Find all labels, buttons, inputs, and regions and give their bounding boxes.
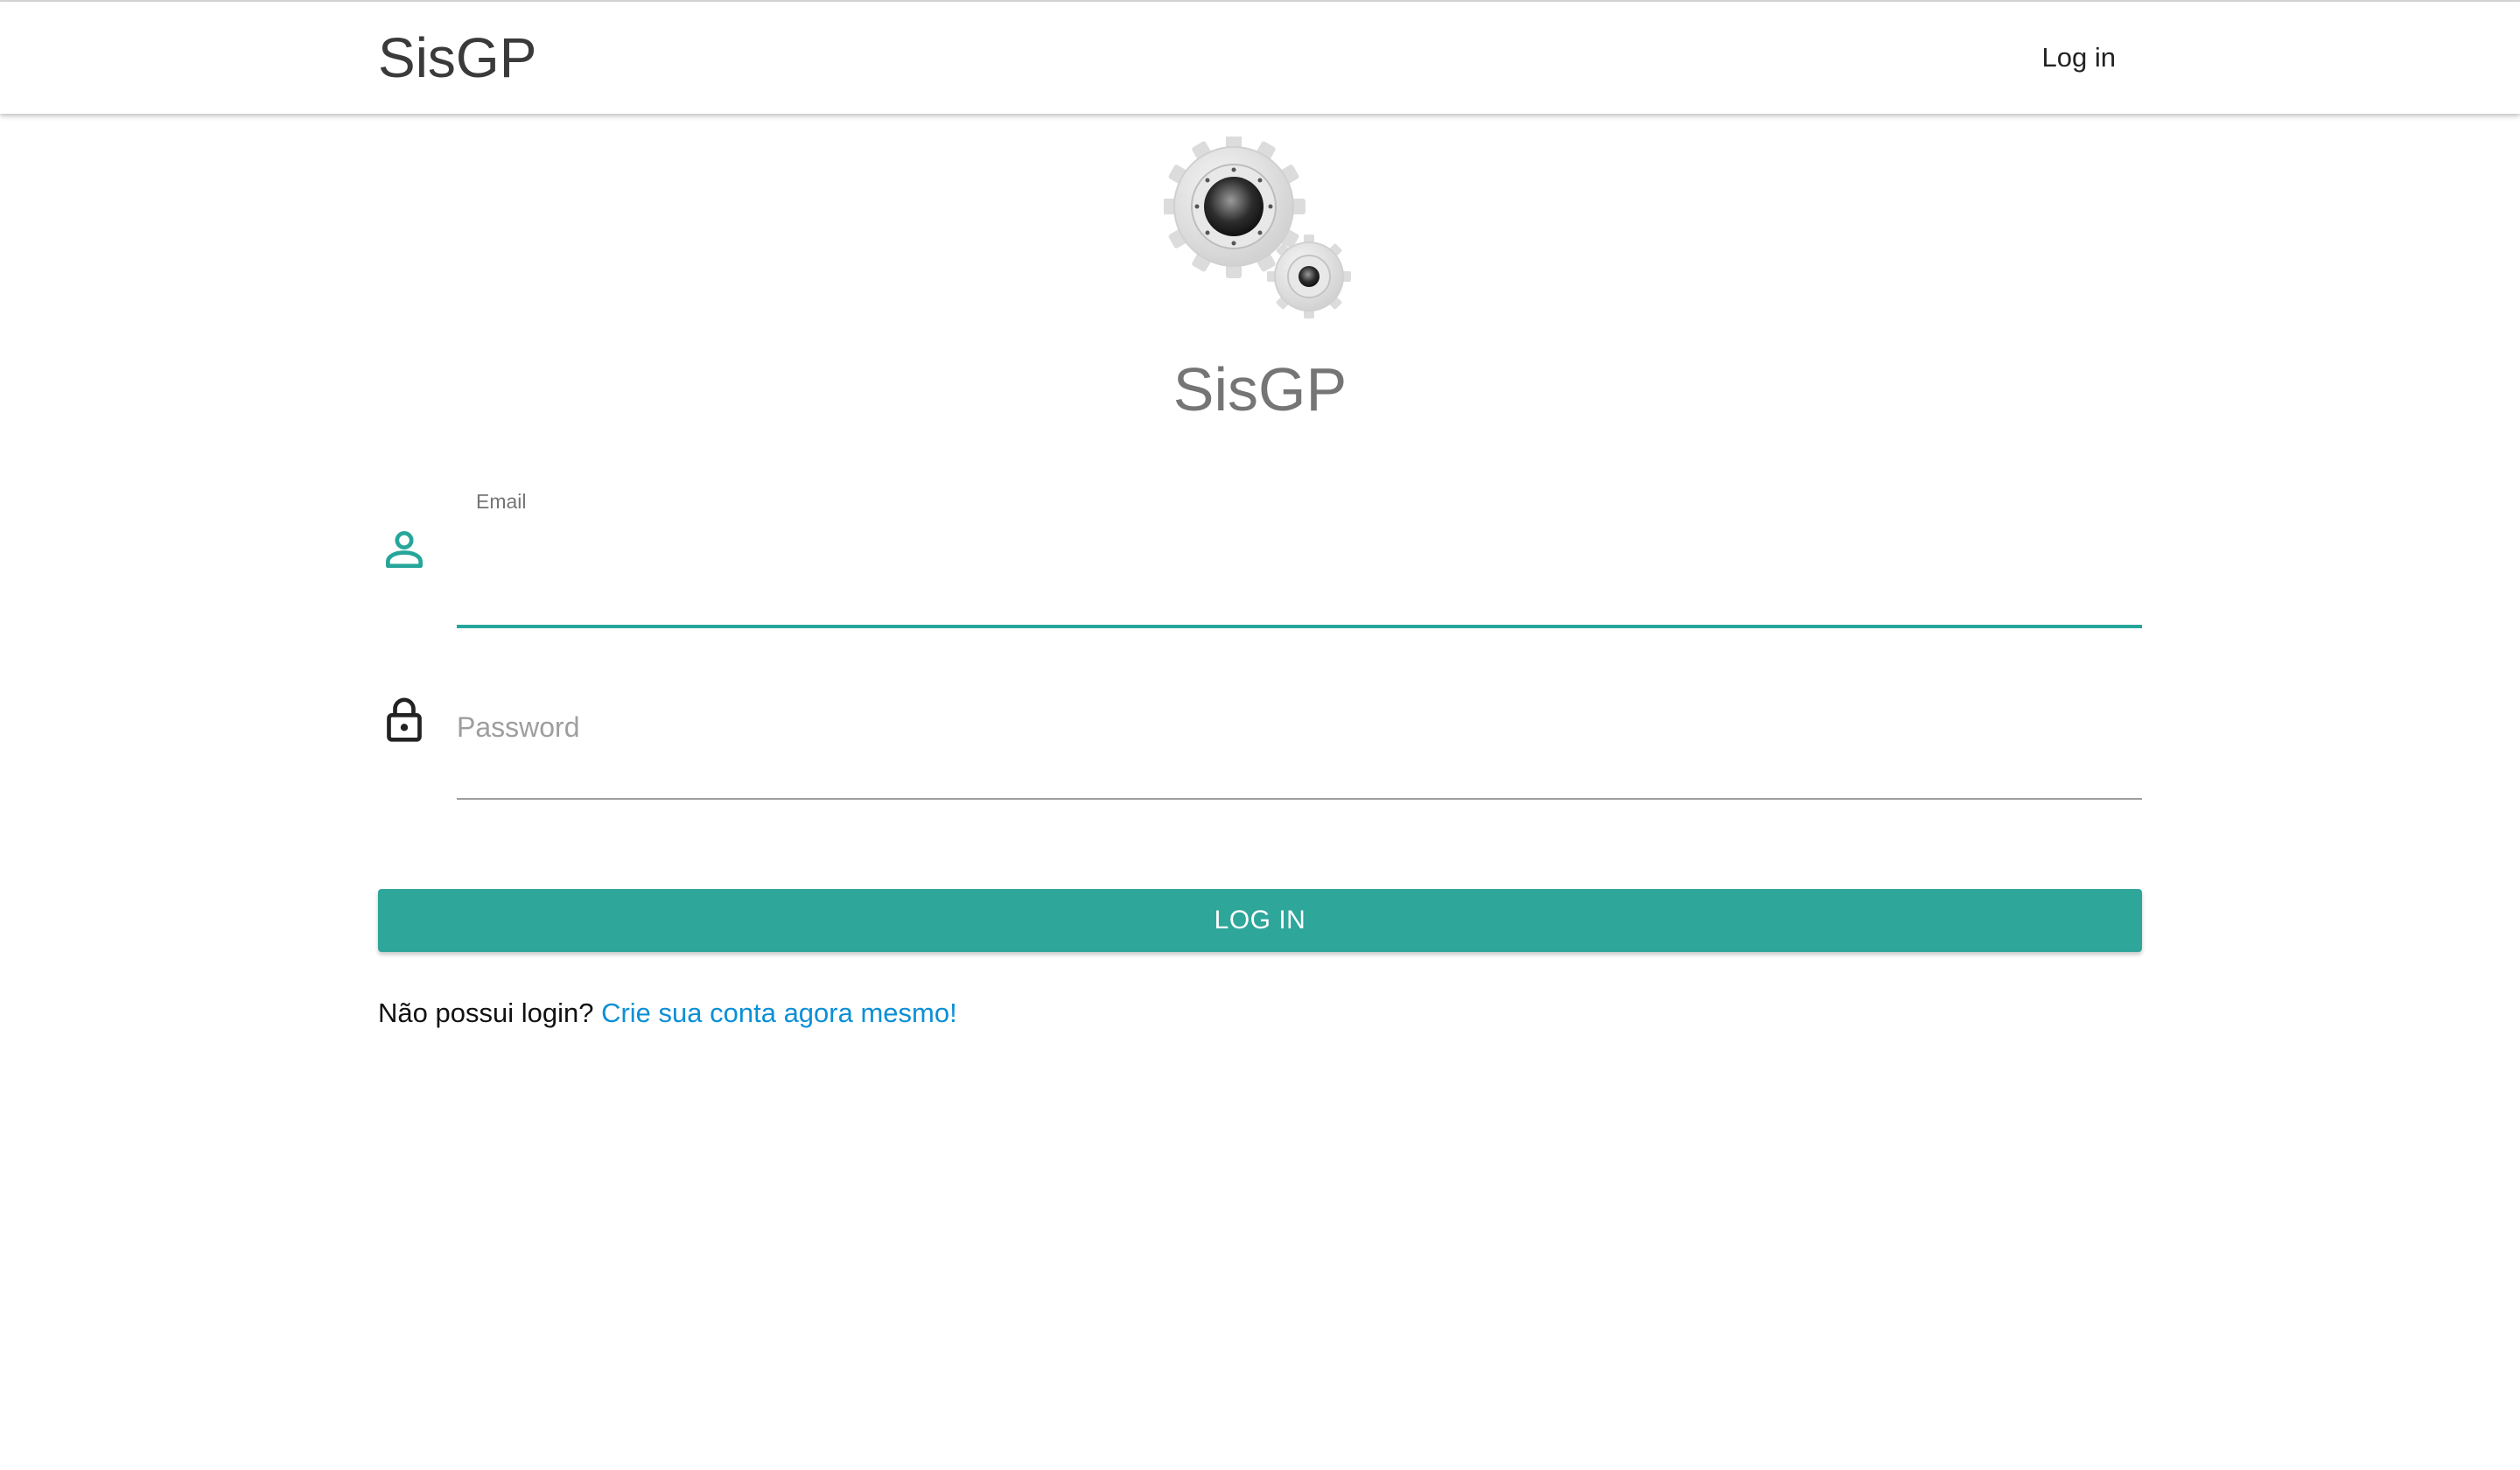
signup-prompt: Não possui login?: [378, 998, 594, 1028]
lock-icon: [387, 697, 422, 742]
user-icon: [386, 531, 423, 568]
top-navbar: SisGP Log in: [0, 2, 2520, 114]
signup-link[interactable]: Crie sua conta agora mesmo!: [601, 998, 957, 1028]
nav-login-link[interactable]: Log in: [2042, 40, 2116, 75]
app-title: SisGP: [1172, 355, 1348, 424]
gears-logo: [1164, 136, 1351, 318]
email-input[interactable]: [457, 525, 2142, 628]
password-input[interactable]: [457, 691, 2142, 800]
signup-row: Não possui login? Crie sua conta agora m…: [378, 996, 957, 1031]
brand-logo-text[interactable]: SisGP: [378, 24, 536, 91]
email-label: Email: [476, 490, 527, 513]
login-button[interactable]: LOG IN: [378, 889, 2142, 952]
